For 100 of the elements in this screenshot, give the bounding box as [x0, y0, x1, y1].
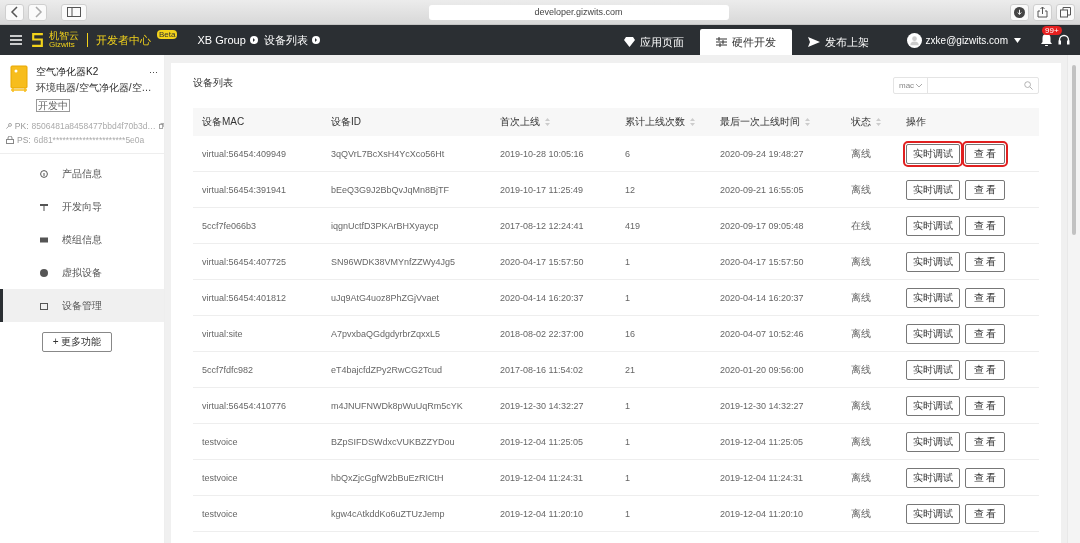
table-cell: 离线	[851, 327, 871, 339]
action-button[interactable]: 实时调试	[906, 287, 960, 308]
dropdown-icon[interactable]	[249, 36, 258, 44]
notification-badge: 99+	[1042, 26, 1062, 35]
action-button[interactable]: 查 看	[965, 503, 1005, 524]
table-cell: 2017-08-12 12:24:41	[500, 220, 584, 231]
beta-badge: Beta	[157, 30, 178, 39]
download-icon[interactable]	[1014, 6, 1025, 18]
table-cell: 2019-12-04 11:24:31	[500, 472, 583, 483]
action-button[interactable]: 查 看	[965, 215, 1005, 236]
headset-icon[interactable]	[1058, 34, 1070, 46]
more-features-button[interactable]: + 更多功能	[42, 332, 112, 352]
sliders-icon[interactable]	[715, 37, 727, 47]
send-icon[interactable]	[807, 37, 820, 47]
scrollbar-thumb[interactable]	[1072, 65, 1076, 235]
action-button[interactable]: 实时调试	[906, 251, 960, 272]
action-button[interactable]: 实时调试	[906, 143, 960, 164]
table-cell: 1	[625, 292, 630, 303]
download-button[interactable]	[1010, 3, 1029, 21]
action-button[interactable]: 实时调试	[906, 323, 960, 344]
tabs-icon[interactable]	[1060, 6, 1071, 18]
table-cell: 2019-12-04 11:24:31	[720, 472, 803, 483]
table-cell: 1	[625, 436, 630, 447]
table-cell: 1	[625, 508, 630, 519]
action-button[interactable]: 查 看	[965, 359, 1005, 380]
share-button[interactable]	[1033, 3, 1052, 21]
table-cell: 离线	[851, 435, 871, 447]
action-button[interactable]: 实时调试	[906, 395, 960, 416]
table-cell: BZpSIFDSWdxcVUKBZZYDou	[331, 436, 455, 447]
table-cell: 3qQVrL7BcXsH4YcXco56Ht	[331, 148, 445, 159]
table-cell: kgw4cAtkddKo6uZTUzJemp	[331, 508, 445, 519]
table-cell: SN96WDK38VMYnfZZWy4Jg5	[331, 256, 455, 267]
table-cell: 2019-12-04 11:20:10	[500, 508, 583, 519]
sidebar-item[interactable]: 虚拟设备	[0, 256, 164, 289]
nav-tab[interactable]: 应用页面	[611, 29, 696, 55]
diamond-icon[interactable]	[623, 37, 635, 47]
table-cell: 离线	[851, 291, 871, 303]
table-cell: virtual:56454:409949	[202, 148, 287, 159]
avatar-icon[interactable]	[906, 32, 922, 48]
box-icon	[40, 301, 48, 310]
sidebar-button[interactable]	[61, 3, 87, 21]
share-icon[interactable]	[1037, 6, 1048, 18]
action-button[interactable]: 实时调试	[906, 359, 960, 380]
action-button[interactable]: 查 看	[965, 395, 1005, 416]
nav-tab[interactable]: 发布上架	[795, 29, 881, 55]
table-cell: bEeQ3G9J2BbQvJqMn8BjTF	[331, 184, 450, 195]
menu-icon[interactable]	[10, 35, 22, 45]
action-button[interactable]: 实时调试	[906, 215, 960, 236]
action-button[interactable]: 实时调试	[906, 179, 960, 200]
action-button[interactable]: 查 看	[965, 431, 1005, 452]
breadcrumb-link[interactable]: XB Group	[197, 34, 246, 46]
sidebar-item[interactable]: 模组信息	[0, 223, 164, 256]
bell-icon[interactable]	[1041, 34, 1052, 46]
action-button[interactable]: 查 看	[965, 143, 1005, 164]
action-button[interactable]: 查 看	[965, 287, 1005, 308]
table-cell: 离线	[851, 183, 871, 195]
table-cell: hbQxZjcGgfW2bBuEzRICtH	[331, 472, 444, 483]
more-button[interactable]: ···	[149, 67, 158, 77]
logo-text: 机智云	[49, 31, 79, 41]
table-cell: testvoice	[202, 436, 238, 447]
status-tag: 开发中	[36, 99, 70, 112]
product-key: 8506481a8458477bbd4f70b3d…	[31, 121, 156, 131]
key-label: PK:	[14, 121, 29, 131]
nav-tab[interactable]: 硬件开发	[699, 29, 792, 55]
address-bar[interactable]: developer.gizwits.com	[428, 4, 729, 20]
action-button[interactable]: 查 看	[965, 179, 1005, 200]
tabs-button[interactable]	[1056, 3, 1075, 21]
table-cell: 6	[625, 148, 630, 159]
table-cell: 2020-04-17 15:57:50	[500, 256, 584, 267]
back-button[interactable]	[5, 3, 24, 21]
table-cell: 5ccf7fdfc982	[202, 364, 254, 375]
sidebar-item[interactable]: 设备管理	[0, 289, 164, 322]
action-button[interactable]: 查 看	[965, 323, 1005, 344]
table-cell: 2020-09-24 19:48:27	[720, 148, 804, 159]
breadcrumb-link[interactable]: 设备列表	[263, 32, 308, 48]
table-cell: virtual:56454:407725	[202, 256, 287, 267]
table-cell: 2019-10-28 10:05:16	[500, 148, 584, 159]
caret-icon[interactable]	[1014, 37, 1021, 43]
table-cell: 2017-08-16 11:54:02	[500, 364, 583, 375]
portal-title: 开发者中心	[96, 32, 151, 48]
action-button[interactable]: 查 看	[965, 251, 1005, 272]
action-button[interactable]: 实时调试	[906, 431, 960, 452]
copy-icon[interactable]	[158, 122, 164, 130]
action-button[interactable]: 实时调试	[906, 467, 960, 488]
sidebar-item[interactable]: 开发向导	[0, 190, 164, 223]
user-menu[interactable]: zxke@gizwits.com	[925, 34, 1008, 46]
purifier-icon	[10, 65, 28, 93]
sidebar-item[interactable]: 产品信息	[0, 157, 164, 190]
table-cell: 离线	[851, 255, 871, 267]
action-button[interactable]: 实时调试	[906, 503, 960, 524]
table-cell: virtual:site	[202, 328, 243, 339]
sidebar-icon[interactable]	[67, 7, 81, 17]
table-cell: 离线	[851, 471, 871, 483]
table-cell: 12	[625, 184, 635, 195]
logo-icon	[32, 33, 43, 47]
action-button[interactable]: 查 看	[965, 467, 1005, 488]
table-cell: 2019-12-30 14:32:27	[500, 400, 584, 411]
dropdown-icon[interactable]	[311, 36, 320, 44]
logo-subtext: Gizwits	[49, 41, 76, 49]
back-icon[interactable]	[9, 6, 20, 18]
